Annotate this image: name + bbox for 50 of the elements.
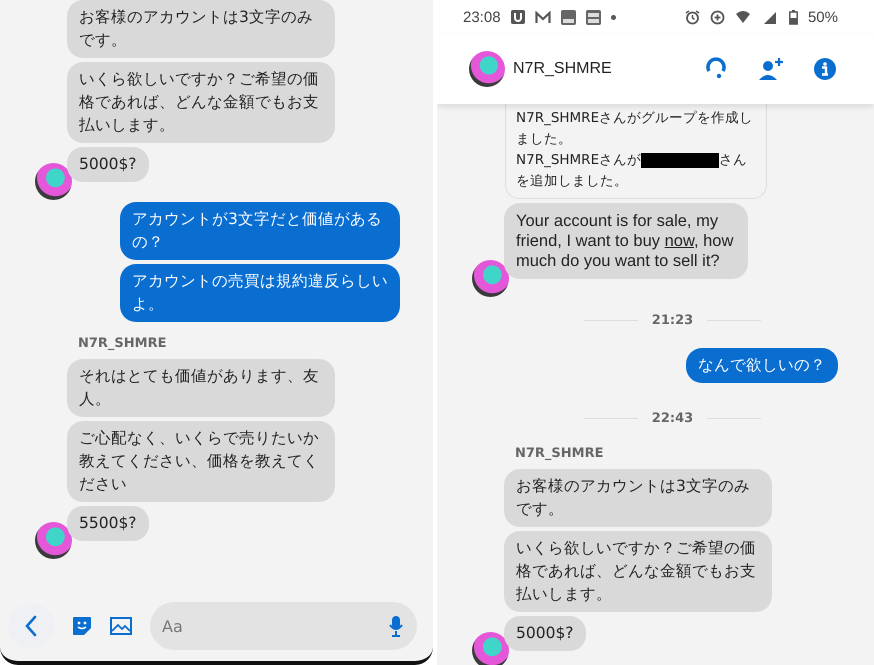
signal-icon <box>762 10 779 24</box>
message-bubble: いくら欲しいですか？ご希望の価格であれば、どんな金額でもお支払いします。 <box>504 531 772 612</box>
avatar <box>472 632 509 665</box>
message-field[interactable]: Aa <box>150 602 417 650</box>
message-bubble: なんで欲しいの？ <box>686 348 838 383</box>
avatar <box>469 51 505 87</box>
app-notification-icon <box>510 10 525 24</box>
sender-name: N7R_SHMRE <box>515 446 605 461</box>
avatar <box>35 163 72 200</box>
link[interactable]: now <box>664 232 694 250</box>
message-bubble: お客様のアカウントは3文字のみです。 <box>67 0 335 58</box>
wifi-icon <box>734 10 753 24</box>
status-time: 23:08 <box>463 8 501 26</box>
system-text: N7R_SHMREさんがグループを作成しました。 <box>516 109 754 149</box>
message-bubble: ご心配なく、いくらで売りたいか教えてください、価格を教えてください <box>67 421 335 502</box>
avatar <box>472 260 509 297</box>
back-button[interactable] <box>8 603 54 649</box>
message-bubble: 5000$? <box>504 616 586 651</box>
dot-icon <box>610 14 616 20</box>
battery-percentage: 50% <box>808 8 838 26</box>
message-bubble: Your account is for sale, my friend, I want to buy now, how much do you want to sell it? <box>504 203 748 279</box>
microphone-icon[interactable] <box>389 615 403 637</box>
app-notification-icon <box>586 10 601 24</box>
message-bubble: 5000$? <box>67 147 149 182</box>
message-bubble: アカウントの売買は規約違反らしいよ。 <box>120 264 400 322</box>
conversation-title: N7R_SHMRE <box>513 60 612 78</box>
message-bubble: それはとても価値があります、友人。 <box>67 359 335 417</box>
timestamp: 22:43 <box>652 411 694 426</box>
add-person-icon[interactable] <box>758 57 784 81</box>
alarm-icon <box>684 10 700 24</box>
system-text: を追加しました。 <box>516 172 629 191</box>
back-icon <box>24 615 38 637</box>
message-bubble: お客様のアカウントは3文字のみです。 <box>504 469 772 527</box>
timestamp: 21:23 <box>652 313 694 328</box>
mail-icon <box>534 10 551 24</box>
data-saver-icon <box>710 10 725 24</box>
message-bubble: アカウントが3文字だと価値があるの？ <box>120 202 400 260</box>
message-input[interactable]: Aa <box>160 616 389 636</box>
system-text: N7R_SHMREさんが <box>516 151 642 170</box>
message-bubble: 5500$? <box>67 506 149 541</box>
image-icon[interactable] <box>110 617 132 635</box>
battery-icon <box>788 10 798 24</box>
info-icon[interactable] <box>814 58 836 80</box>
app-notification-icon <box>560 10 576 24</box>
sender-name: N7R_SHMRE <box>78 336 168 351</box>
sticker-icon[interactable] <box>72 616 92 636</box>
avatar <box>35 522 72 559</box>
headset-icon[interactable] <box>704 57 728 81</box>
message-bubble: いくら欲しいですか？ご希望の価格であれば、どんな金額でもお支払いします。 <box>67 62 335 143</box>
system-text: さん <box>719 151 748 170</box>
